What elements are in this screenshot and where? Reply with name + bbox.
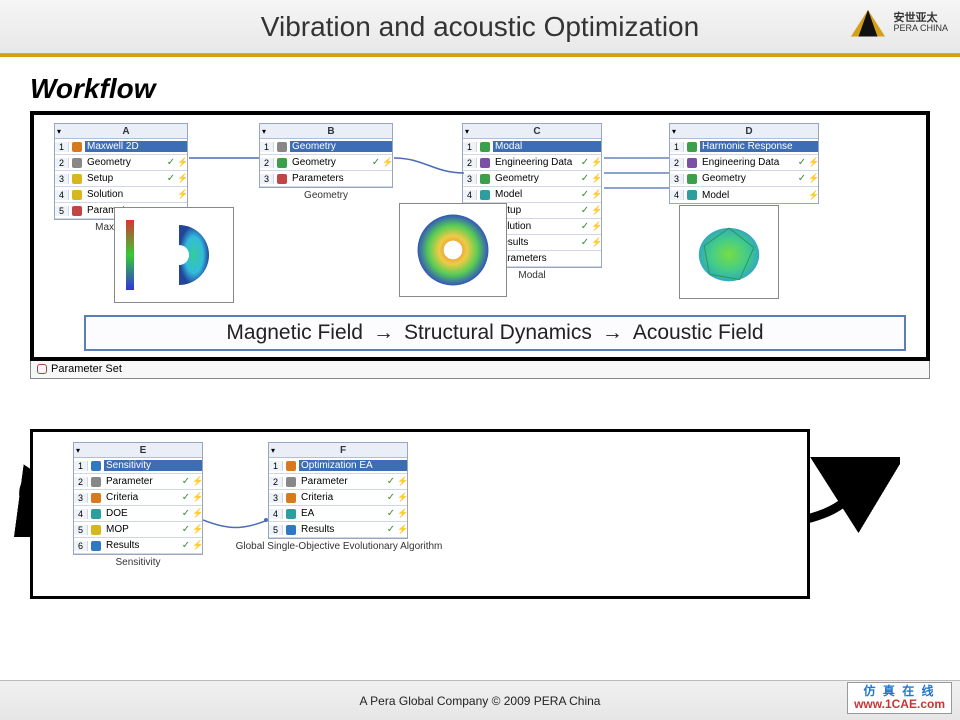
cell-a-geometry[interactable]: 2Geometry✓⚡ xyxy=(55,155,187,171)
workflow-title: Workflow xyxy=(30,73,930,105)
watermark: 仿 真 在 线 www.1CAE.com xyxy=(847,682,952,714)
cell-d-header[interactable]: 1Harmonic Response xyxy=(670,139,818,155)
link-a-b xyxy=(189,153,259,173)
slide-title: Vibration and acoustic Optimization xyxy=(261,11,699,43)
system-e: ▾E 1Sensitivity 2Parameter✓⚡ 3Criteria✓⚡… xyxy=(73,442,203,555)
system-d: ▾D 1Harmonic Response 2Engineering Data✓… xyxy=(669,123,819,204)
arrow-icon: → xyxy=(373,321,394,345)
slide-footer: A Pera Global Company © 2009 PERA China xyxy=(0,680,960,720)
watermark-cn: 仿 真 在 线 xyxy=(854,685,945,698)
cell-f-ea[interactable]: 4EA✓⚡ xyxy=(269,506,407,522)
flow-label-acoustic: Acoustic Field xyxy=(633,321,764,345)
slide-body: Workflow ▾A 1Maxwell 2D 2Geometry✓⚡ 3Set… xyxy=(0,57,960,683)
cell-e-res[interactable]: 6Results✓⚡ xyxy=(74,538,202,554)
cell-e-param[interactable]: 2Parameter✓⚡ xyxy=(74,474,202,490)
flow-strip: Magnetic Field → Structural Dynamics → A… xyxy=(84,315,906,351)
cell-e-doe[interactable]: 4DOE✓⚡ xyxy=(74,506,202,522)
flow-label-structural: Structural Dynamics xyxy=(404,321,592,345)
cell-a-header[interactable]: 1Maxwell 2D xyxy=(55,139,187,155)
system-f-caption: Global Single-Objective Evolutionary Alg… xyxy=(209,541,469,552)
cell-d-eng[interactable]: 2Engineering Data✓⚡ xyxy=(670,155,818,171)
cell-b-header[interactable]: 1Geometry xyxy=(260,139,392,155)
footer-text: A Pera Global Company © 2009 PERA China xyxy=(360,694,601,708)
link-b-c xyxy=(394,153,464,183)
thumb-maxwell xyxy=(114,207,234,303)
link-c-d xyxy=(604,153,669,193)
logo-triangle-icon xyxy=(849,8,887,38)
brand-en: PERA CHINA xyxy=(893,24,948,34)
slide-header: Vibration and acoustic Optimization 安世亚太… xyxy=(0,0,960,54)
cell-b-geometry[interactable]: 2Geometry✓⚡ xyxy=(260,155,392,171)
cell-b-params[interactable]: 3Parameters xyxy=(260,171,392,187)
cell-c-eng[interactable]: 2Engineering Data✓⚡ xyxy=(463,155,601,171)
cell-e-mop[interactable]: 5MOP✓⚡ xyxy=(74,522,202,538)
watermark-url: www.1CAE.com xyxy=(854,698,945,711)
cell-d-mod[interactable]: 4Model⚡ xyxy=(670,187,818,203)
flow-label-magnetic: Magnetic Field xyxy=(226,321,363,345)
cell-c-header[interactable]: 1Modal xyxy=(463,139,601,155)
link-e-f xyxy=(203,512,268,532)
brand-logo: 安世亚太 PERA CHINA xyxy=(849,8,948,38)
logo-text: 安世亚太 PERA CHINA xyxy=(893,12,948,34)
system-b: ▾B 1Geometry 2Geometry✓⚡ 3Parameters Geo… xyxy=(259,123,393,188)
workflow-bottom-box: ▾E 1Sensitivity 2Parameter✓⚡ 3Criteria✓⚡… xyxy=(30,429,810,599)
cell-f-crit[interactable]: 3Criteria✓⚡ xyxy=(269,490,407,506)
cell-a-setup[interactable]: 3Setup✓⚡ xyxy=(55,171,187,187)
cell-f-res[interactable]: 5Results✓⚡ xyxy=(269,522,407,538)
workflow-top-box: ▾A 1Maxwell 2D 2Geometry✓⚡ 3Setup✓⚡ 4Sol… xyxy=(30,111,930,361)
system-a: ▾A 1Maxwell 2D 2Geometry✓⚡ 3Setup✓⚡ 4Sol… xyxy=(54,123,188,220)
thumb-acoustic xyxy=(679,205,779,299)
system-e-caption: Sensitivity xyxy=(74,557,202,568)
arrow-icon: → xyxy=(602,321,623,345)
param-icon xyxy=(37,364,47,374)
parameter-set-label: Parameter Set xyxy=(51,363,122,375)
cell-e-crit[interactable]: 3Criteria✓⚡ xyxy=(74,490,202,506)
system-b-caption: Geometry xyxy=(260,190,392,201)
system-f: ▾F 1Optimization EA 2Parameter✓⚡ 3Criter… xyxy=(268,442,408,539)
cell-e-header[interactable]: 1Sensitivity xyxy=(74,458,202,474)
cell-f-header[interactable]: 1Optimization EA xyxy=(269,458,407,474)
cell-d-geo[interactable]: 3Geometry✓⚡ xyxy=(670,171,818,187)
cell-c-mod[interactable]: 4Model✓⚡ xyxy=(463,187,601,203)
parameter-set-bar[interactable]: Parameter Set xyxy=(30,359,930,379)
cell-a-solution[interactable]: 4Solution⚡ xyxy=(55,187,187,203)
cell-f-param[interactable]: 2Parameter✓⚡ xyxy=(269,474,407,490)
cell-c-geo[interactable]: 3Geometry✓⚡ xyxy=(463,171,601,187)
thumb-structural xyxy=(399,203,507,297)
